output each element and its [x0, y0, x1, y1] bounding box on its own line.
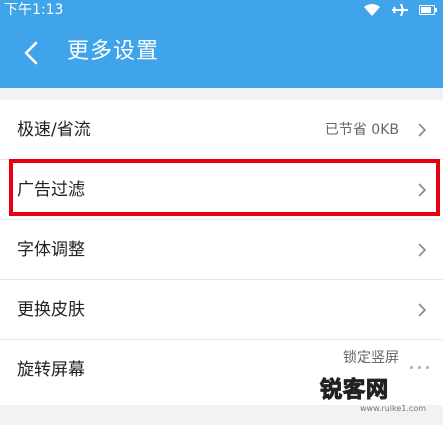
chevron-right-icon — [418, 303, 427, 317]
nav-bar: 更多设置 — [0, 22, 443, 84]
setting-row-font-size[interactable]: 字体调整 — [0, 220, 443, 280]
setting-label-rotate-screen: 旋转屏幕 — [17, 360, 85, 380]
back-arrow-icon[interactable] — [18, 37, 48, 69]
wifi-icon — [364, 3, 380, 17]
chevron-right-icon — [418, 123, 427, 137]
status-time: 下午1:13 — [4, 2, 64, 18]
watermark-site: www.ruike1.com — [360, 404, 427, 413]
setting-label-speed-saving: 极速/省流 — [17, 120, 91, 140]
airplane-icon — [392, 3, 408, 17]
setting-label-change-skin: 更换皮肤 — [17, 300, 85, 320]
setting-row-rotate-screen[interactable]: 旋转屏幕 锁定竖屏 — [0, 340, 443, 400]
setting-row-ad-filter[interactable]: 广告过滤 — [0, 160, 443, 220]
rotation-lock-value: 锁定竖屏 — [343, 350, 399, 366]
more-dots-icon — [410, 366, 429, 369]
setting-label-ad-filter: 广告过滤 — [17, 180, 85, 200]
chevron-right-icon — [418, 243, 427, 257]
app-header: 下午1:13 更多设置 — [0, 0, 443, 88]
chevron-right-icon — [418, 183, 427, 197]
data-saved-value: 已节省 0KB — [324, 122, 399, 138]
setting-row-speed-saving[interactable]: 极速/省流 已节省 0KB — [0, 100, 443, 160]
setting-label-font-size: 字体调整 — [17, 240, 85, 260]
status-icons — [363, 3, 437, 17]
battery-icon — [419, 5, 437, 15]
status-bar: 下午1:13 — [0, 0, 443, 20]
settings-list: 极速/省流 已节省 0KB 广告过滤 字体调整 更换皮肤 旋转屏幕 锁定竖屏 — [0, 100, 443, 405]
page-title: 更多设置 — [67, 39, 160, 64]
